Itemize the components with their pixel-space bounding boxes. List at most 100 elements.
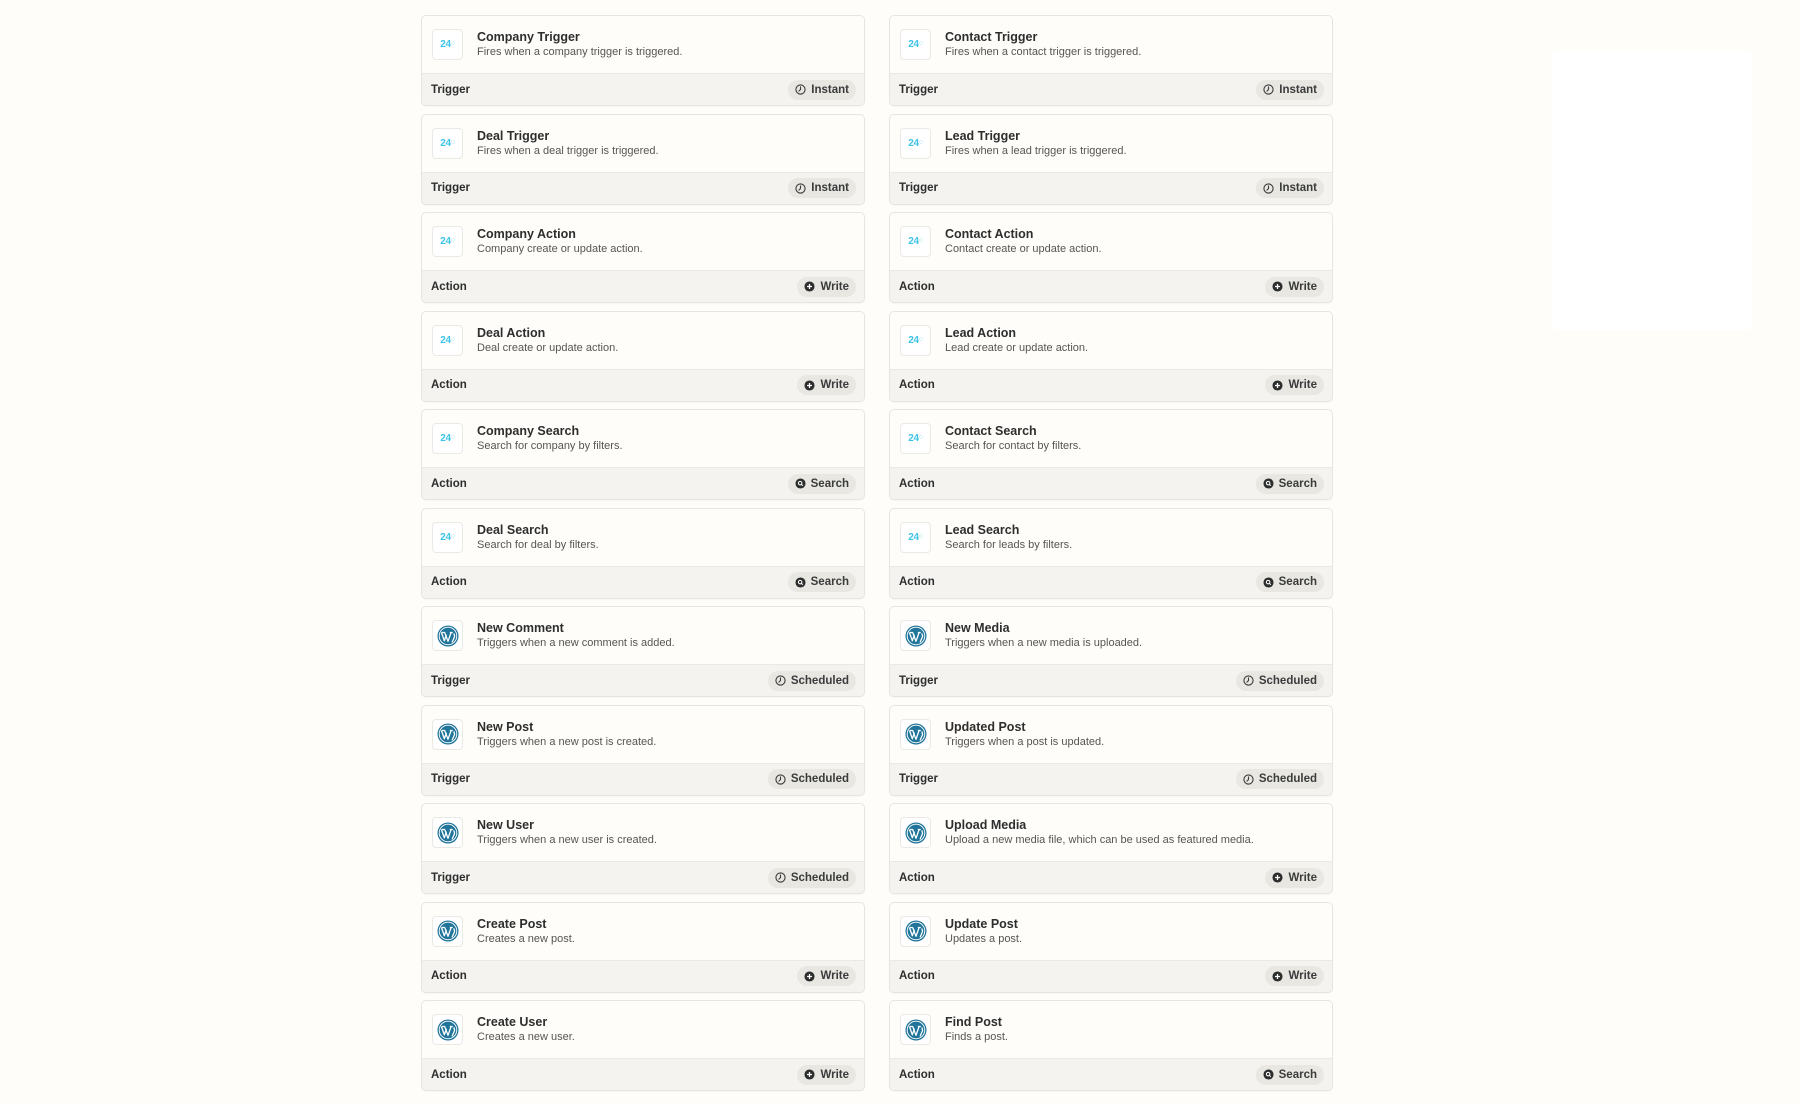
bitrix24-logo: 24○: [432, 521, 463, 553]
integration-card-new-media[interactable]: New Media Triggers when a new media is u…: [889, 606, 1333, 697]
card-description: Search for leads by filters.: [945, 538, 1073, 551]
integration-card-deal-search[interactable]: 24○ Deal Search Search for deal by filte…: [421, 507, 865, 599]
card-description: Triggers when a post is updated.: [945, 735, 1105, 748]
card-badge: Write: [1265, 966, 1324, 986]
integration-card-lead-search[interactable]: 24○ Lead Search Search for leads by filt…: [889, 507, 1333, 599]
integration-card-contact-trigger[interactable]: 24○ Contact Trigger Fires when a contact…: [889, 15, 1333, 106]
clock-icon: [795, 84, 806, 95]
badge-label: Write: [1288, 379, 1317, 391]
card-badge: Write: [797, 966, 856, 986]
search-circle-icon: [1263, 576, 1274, 588]
plus-circle-icon: [804, 1069, 815, 1080]
card-title: Upload Media: [945, 818, 1027, 832]
integration-card-contact-action[interactable]: 24○ Contact Action Contact create or upd…: [889, 212, 1333, 303]
card-description: Search for deal by filters.: [477, 538, 599, 551]
card-type: Trigger: [431, 182, 470, 194]
card-title: Company Action: [477, 227, 576, 241]
bitrix24-logo: 24○: [432, 324, 463, 356]
card-header: Create Post Creates a new post.: [422, 903, 864, 960]
card-title: Deal Search: [477, 522, 549, 537]
clock-icon: [775, 773, 786, 785]
card-badge: Write: [1265, 867, 1324, 888]
card-footer: Trigger Scheduled: [422, 664, 864, 696]
bitrix24-logo: 24○: [432, 29, 463, 60]
card-badge: Search: [1255, 1064, 1324, 1085]
card-title: Company Search: [477, 424, 580, 438]
side-panel: [1552, 50, 1752, 330]
search-circle-icon: [1263, 478, 1274, 489]
card-description: Triggers when a new comment is added.: [477, 637, 675, 649]
card-type: Action: [431, 970, 467, 982]
card-description: Updates a post.: [945, 932, 1023, 945]
card-badge: Scheduled: [1235, 670, 1324, 691]
plus-circle-icon: [804, 970, 815, 982]
clock-icon: [1243, 773, 1254, 785]
integration-card-update-post[interactable]: Update Post Updates a post. Action Write: [889, 901, 1333, 993]
badge-label: Instant: [811, 83, 849, 96]
card-header: 24○ Contact Search Search for contact by…: [890, 410, 1332, 467]
badge-label: Write: [820, 379, 849, 391]
card-type: Action: [431, 477, 467, 490]
card-footer: Action Write: [422, 368, 864, 401]
card-footer: Trigger Instant: [890, 73, 1332, 105]
clock-icon: [1263, 84, 1274, 95]
card-title: Create Post: [477, 916, 547, 931]
card-header: 24○ Company Trigger Fires when a company…: [422, 16, 864, 73]
card-title: Updated Post: [945, 719, 1026, 734]
card-description: Triggers when a new media is uploaded.: [945, 637, 1143, 649]
integration-card-new-post[interactable]: New Post Triggers when a new post is cre…: [421, 704, 865, 796]
integration-card-lead-action[interactable]: 24○ Lead Action Lead create or update ac…: [889, 310, 1333, 402]
integration-card-company-search[interactable]: 24○ Company Search Search for company by…: [421, 409, 865, 500]
wordpress-logo: [900, 718, 931, 750]
card-footer: Action Write: [890, 959, 1332, 992]
card-title: Lead Search: [945, 522, 1020, 537]
integration-card-grid: 24○ Company Trigger Fires when a company…: [421, 15, 1333, 1091]
bitrix24-logo: 24○: [900, 324, 931, 356]
integration-card-contact-search[interactable]: 24○ Contact Search Search for contact by…: [889, 409, 1333, 500]
card-footer: Action Search: [890, 1058, 1332, 1090]
integration-card-create-post[interactable]: Create Post Creates a new post. Action W…: [421, 901, 865, 993]
plus-circle-icon: [804, 379, 815, 391]
search-circle-icon: [795, 576, 806, 588]
integration-card-new-user[interactable]: New User Triggers when a new user is cre…: [421, 803, 865, 894]
integration-card-upload-media[interactable]: Upload Media Upload a new media file, wh…: [889, 803, 1333, 894]
card-header: 24○ Lead Trigger Fires when a lead trigg…: [890, 115, 1332, 172]
card-description: Triggers when a new user is created.: [477, 834, 657, 846]
search-circle-icon: [1263, 1069, 1274, 1080]
badge-label: Scheduled: [790, 674, 849, 687]
card-type: Action: [899, 379, 935, 391]
badge-label: Write: [820, 970, 849, 982]
card-type: Trigger: [431, 871, 470, 884]
integration-card-find-post[interactable]: Find Post Finds a post. Action Search: [889, 1000, 1333, 1091]
badge-label: Search: [810, 477, 849, 490]
wordpress-logo: [900, 620, 931, 651]
clock-icon: [775, 675, 786, 686]
card-type: Trigger: [431, 674, 470, 687]
plus-circle-icon: [1272, 872, 1283, 883]
integration-card-deal-trigger[interactable]: 24○ Deal Trigger Fires when a deal trigg…: [421, 113, 865, 205]
card-footer: Action Search: [890, 467, 1332, 499]
integration-card-new-comment[interactable]: New Comment Triggers when a new comment …: [421, 606, 865, 697]
card-title: Deal Action: [477, 325, 546, 340]
card-type: Action: [899, 477, 935, 490]
card-badge: Search: [787, 473, 856, 494]
integration-card-deal-action[interactable]: 24○ Deal Action Deal create or update ac…: [421, 310, 865, 402]
integration-card-lead-trigger[interactable]: 24○ Lead Trigger Fires when a lead trigg…: [889, 113, 1333, 205]
card-type: Action: [899, 576, 935, 588]
card-badge: Search: [787, 572, 856, 592]
card-footer: Trigger Instant: [890, 171, 1332, 204]
card-description: Finds a post.: [945, 1031, 1008, 1043]
card-header: 24○ Lead Action Lead create or update ac…: [890, 312, 1332, 369]
badge-label: Scheduled: [1258, 773, 1317, 785]
card-badge: Write: [797, 276, 856, 297]
badge-label: Search: [810, 576, 849, 588]
integration-card-company-action[interactable]: 24○ Company Action Company create or upd…: [421, 212, 865, 303]
card-type: Action: [431, 576, 467, 588]
integration-card-create-user[interactable]: Create User Creates a new user. Action W…: [421, 1000, 865, 1091]
card-header: Update Post Updates a post.: [890, 903, 1332, 960]
integration-card-updated-post[interactable]: Updated Post Triggers when a post is upd…: [889, 704, 1333, 796]
card-type: Action: [431, 379, 467, 391]
integration-card-company-trigger[interactable]: 24○ Company Trigger Fires when a company…: [421, 15, 865, 106]
card-description: Search for company by filters.: [477, 440, 623, 452]
card-badge: Write: [1265, 276, 1324, 297]
